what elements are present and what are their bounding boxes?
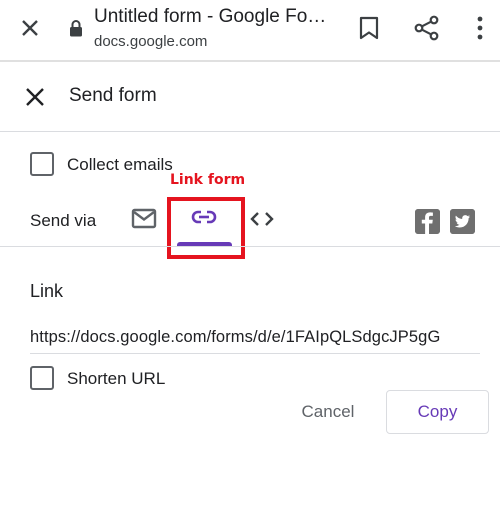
- link-icon: [191, 210, 217, 224]
- dialog-header: Send form: [0, 64, 500, 132]
- dialog-title: Send form: [69, 85, 157, 106]
- tabs-divider: [0, 246, 500, 247]
- cancel-button[interactable]: Cancel: [288, 392, 368, 432]
- tab-link[interactable]: [176, 200, 232, 246]
- twitter-icon[interactable]: [450, 209, 475, 234]
- tab-embed[interactable]: [249, 208, 275, 230]
- collect-emails-label[interactable]: Collect emails: [67, 155, 173, 175]
- lock-icon: [70, 20, 82, 37]
- collect-emails-checkbox[interactable]: [30, 152, 54, 176]
- close-tab-icon[interactable]: [18, 16, 42, 40]
- share-icon[interactable]: [414, 15, 440, 41]
- tab-email[interactable]: [131, 208, 157, 230]
- link-url-field[interactable]: https://docs.google.com/forms/d/e/1FAIpQ…: [30, 328, 480, 354]
- page-title: Untitled form - Google Fo…: [94, 6, 327, 27]
- shorten-url-checkbox[interactable]: [30, 366, 54, 390]
- browser-toolbar: Untitled form - Google Fo… docs.google.c…: [0, 0, 500, 62]
- send-via-label: Send via: [30, 211, 97, 230]
- shorten-url-label[interactable]: Shorten URL: [67, 369, 165, 389]
- bookmark-icon[interactable]: [358, 16, 380, 40]
- more-options-icon[interactable]: [474, 15, 486, 41]
- link-heading: Link: [30, 281, 64, 301]
- facebook-icon[interactable]: [415, 209, 440, 234]
- close-dialog-icon[interactable]: [24, 86, 46, 108]
- annotation-label: Link form: [170, 172, 246, 188]
- page-url: docs.google.com: [94, 33, 208, 50]
- copy-button[interactable]: Copy: [386, 390, 489, 434]
